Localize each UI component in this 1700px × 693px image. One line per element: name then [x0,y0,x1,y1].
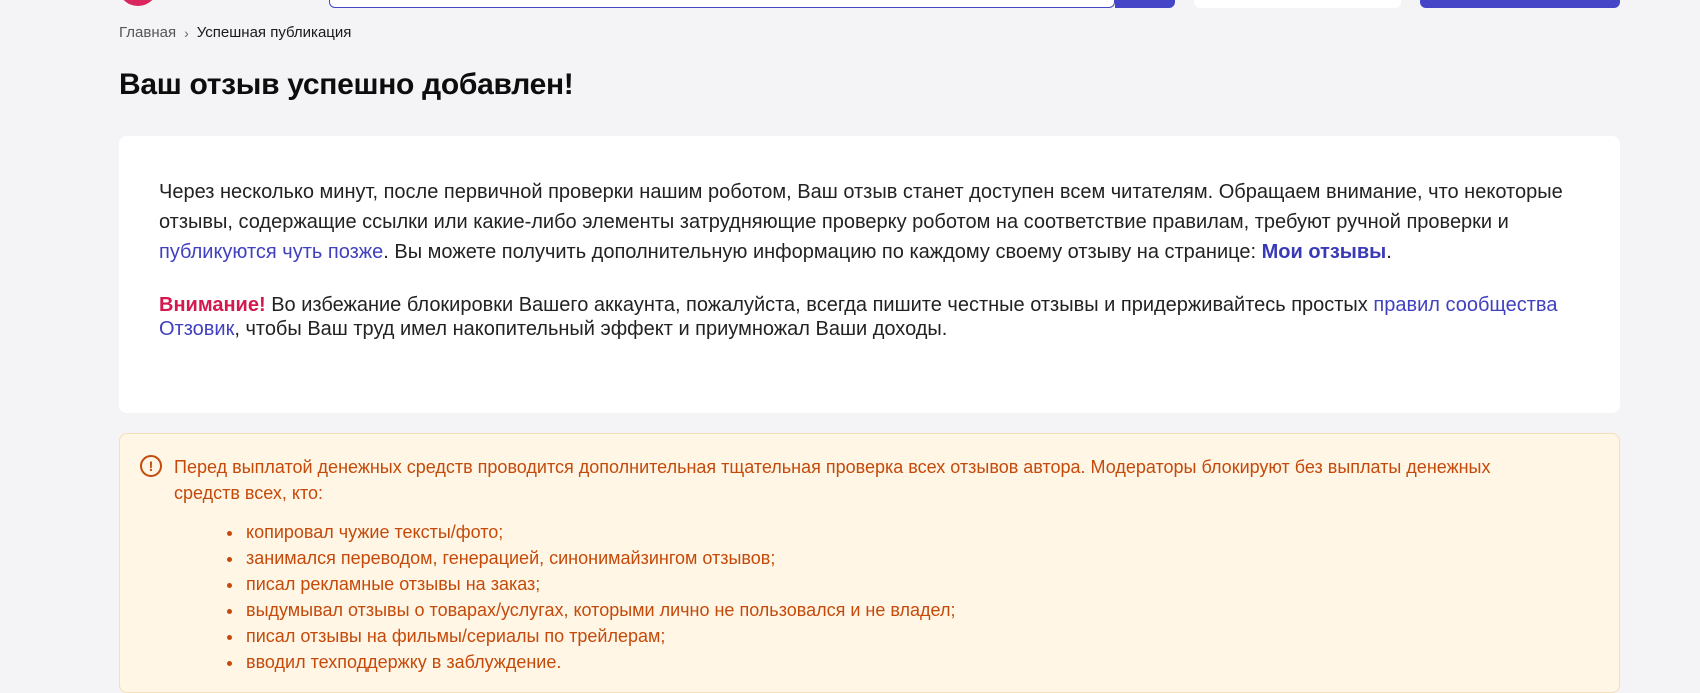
warning-text: , чтобы Ваш труд имел накопительный эффе… [234,318,948,340]
warning-label: Внимание! [159,294,266,316]
info-text: Через несколько минут, после первичной п… [159,181,1563,233]
info-text: . [1386,241,1392,263]
breadcrumb-separator: › [184,24,189,41]
success-info-card: Через несколько минут, после первичной п… [119,136,1620,413]
search-input[interactable] [329,0,1115,8]
exclamation-circle-icon: ! [140,455,162,477]
publish-later-link[interactable]: публикуются чуть позже [159,241,383,263]
list-item: писал рекламные отзывы на заказ; [244,571,955,597]
info-paragraph: Через несколько минут, после первичной п… [159,177,1580,267]
warning-text: Во избежание блокировки Вашего аккаунта,… [265,294,1374,316]
info-text: . Вы можете получить дополнительную инфо… [383,241,1262,263]
list-item: копировал чужие тексты/фото; [244,519,955,545]
breadcrumb: Главная › Успешная публикация [119,24,351,41]
notice-text: Перед выплатой денежных средств проводит… [174,457,1491,503]
payout-notice: ! Перед выплатой денежных средств провод… [119,433,1620,693]
add-review-button[interactable] [1420,0,1620,8]
my-reviews-link[interactable]: Мои отзывы [1262,241,1387,263]
list-item: выдумывал отзывы о товарах/услугах, кото… [244,597,955,623]
notice-list: копировал чужие тексты/фото; занимался п… [224,519,955,675]
breadcrumb-home-link[interactable]: Главная [119,24,176,41]
list-item: занимался переводом, генерацией, синоним… [244,545,955,571]
breadcrumb-current: Успешная публикация [196,24,352,41]
header-select[interactable] [1194,0,1401,8]
list-item: писал отзывы на фильмы/сериалы по трейле… [244,623,955,649]
page-title: Ваш отзыв успешно добавлен! [119,68,574,101]
search-button[interactable] [1115,0,1175,8]
list-item: вводил техподдержку в заблуждение. [244,649,955,675]
brand-logo-icon[interactable] [118,0,158,6]
warning-paragraph: Внимание! Во избежание блокировки Вашего… [159,293,1580,341]
